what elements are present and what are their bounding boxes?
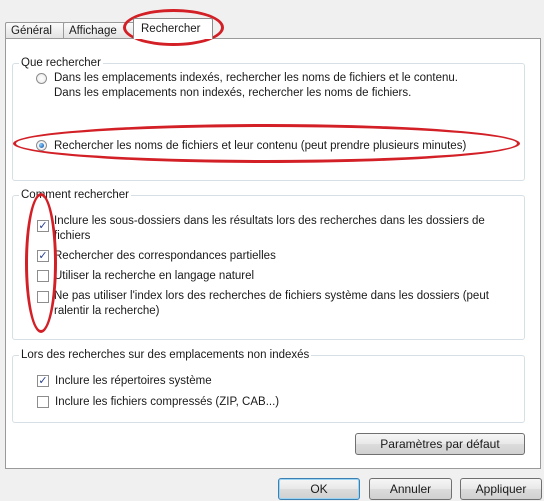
tab-general[interactable]: Général — [5, 22, 65, 38]
label-include-subfolders-line1: Inclure les sous-dossiers dans les résul… — [54, 215, 485, 227]
label-no-index-system-line1: Ne pas utiliser l'index lors des recherc… — [54, 290, 489, 302]
tab-rechercher[interactable]: Rechercher — [133, 18, 213, 39]
restore-defaults-button[interactable]: Paramètres par défaut — [355, 433, 525, 455]
label-compressed-files: Inclure les fichiers compressés (ZIP, CA… — [55, 396, 280, 408]
option-indexed-line2: Dans les emplacements non indexés, reche… — [54, 87, 412, 99]
label-include-subfolders-line2: fichiers — [54, 230, 91, 242]
checkbox-compressed-files[interactable] — [37, 396, 49, 408]
checkbox-system-dirs[interactable]: ✓ — [37, 375, 49, 387]
cancel-button[interactable]: Annuler — [369, 478, 452, 500]
group-title-search-what: Que rechercher — [19, 56, 103, 70]
tab-strip: Général Affichage Rechercher — [0, 0, 544, 39]
annotation-ellipse-option — [13, 124, 520, 163]
ok-button[interactable]: OK — [278, 478, 360, 500]
label-system-dirs: Inclure les répertoires système — [55, 375, 212, 387]
label-partial-matches: Rechercher des correspondances partielle… — [54, 250, 276, 262]
label-natural-language: Utiliser la recherche en langage naturel — [54, 270, 255, 282]
group-title-non-indexed: Lors des recherches sur des emplacements… — [19, 348, 312, 362]
option-indexed-line1: Dans les emplacements indexés, recherche… — [54, 72, 458, 84]
label-no-index-system-line2: ralentir la recherche) — [54, 305, 160, 317]
radio-indexed-option[interactable] — [36, 73, 47, 84]
annotation-ellipse-checkboxes — [25, 193, 57, 333]
group-non-indexed: Lors des recherches sur des emplacements… — [12, 348, 525, 423]
apply-button[interactable]: Appliquer — [460, 478, 542, 500]
